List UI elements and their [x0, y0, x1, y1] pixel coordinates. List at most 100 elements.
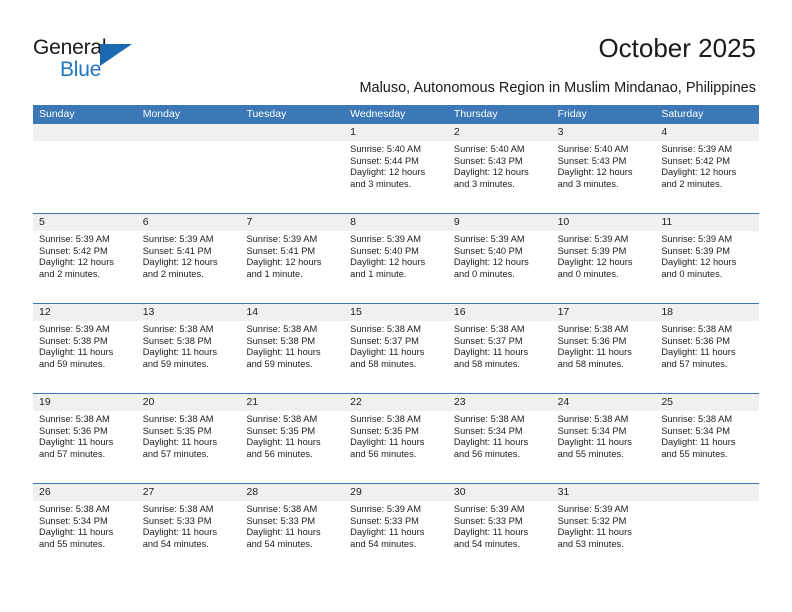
calendar-day-cell[interactable]: 31 Sunrise: 5:39 AM Sunset: 5:32 PM Dayligh… — [551, 484, 656, 573]
day-details — [240, 141, 344, 144]
daylight-duration: Daylight: 11 hours — [661, 437, 736, 448]
daylight-duration-cont: and 59 minutes. — [142, 358, 209, 369]
calendar-week-row: 5 Sunrise: 5:39 AM Sunset: 5:42 PM Daylight… — [33, 213, 760, 303]
sunset-time: Sunset: 5:33 PM — [453, 515, 523, 526]
calendar-day-cell[interactable]: 18 Sunrise: 5:38 AM Sunset: 5:36 PM Dayligh… — [655, 304, 760, 393]
day-number: 13 — [136, 304, 241, 321]
daylight-duration: Daylight: 11 hours — [557, 527, 632, 538]
day-details: Sunrise: 5:40 AM Sunset: 5:43 PM Daylight:… — [552, 141, 656, 190]
day-details: Sunrise: 5:39 AM Sunset: 5:33 PM Daylight:… — [448, 501, 552, 550]
calendar-day-cell[interactable]: 21 Sunrise: 5:38 AM Sunset: 5:35 PM Dayligh… — [240, 394, 345, 483]
sunrise-time: Sunrise: 5:38 AM — [39, 414, 110, 424]
daylight-duration-cont: and 2 minutes. — [39, 268, 100, 279]
calendar-day-cell[interactable]: 24 Sunrise: 5:38 AM Sunset: 5:34 PM Dayligh… — [551, 394, 656, 483]
logo-triangle-icon — [100, 44, 132, 66]
daylight-duration: Daylight: 11 hours — [350, 437, 425, 448]
sunrise-time: Sunrise: 5:38 AM — [246, 504, 318, 514]
calendar-day-cell[interactable]: 9 Sunrise: 5:39 AM Sunset: 5:40 PM Daylight… — [447, 214, 552, 303]
day-number: 30 — [447, 484, 552, 501]
weekday-header-sunday: Sunday — [39, 108, 75, 120]
calendar-day-cell[interactable]: 19 Sunrise: 5:38 AM Sunset: 5:36 PM Dayligh… — [33, 394, 137, 483]
calendar-day-cell[interactable]: 1 Sunrise: 5:40 AM Sunset: 5:44 PM Daylight… — [344, 124, 448, 213]
sunrise-time: Sunrise: 5:39 AM — [350, 504, 421, 514]
daylight-duration-cont: and 0 minutes. — [453, 268, 515, 279]
day-number: 8 — [344, 214, 448, 231]
day-number: 12 — [33, 304, 137, 321]
daylight-duration: Daylight: 11 hours — [246, 437, 321, 448]
calendar-day-cell[interactable]: 13 Sunrise: 5:38 AM Sunset: 5:38 PM Dayligh… — [136, 304, 241, 393]
sunrise-time: Sunrise: 5:38 AM — [142, 504, 214, 514]
day-details: Sunrise: 5:38 AM Sunset: 5:33 PM Daylight:… — [240, 501, 344, 550]
day-details: Sunrise: 5:38 AM Sunset: 5:36 PM Daylight:… — [655, 321, 759, 370]
day-details: Sunrise: 5:38 AM Sunset: 5:38 PM Daylight:… — [240, 321, 344, 370]
calendar-day-cell[interactable]: 26 Sunrise: 5:38 AM Sunset: 5:34 PM Dayligh… — [33, 484, 137, 573]
generalblue-logo[interactable]: General Blue — [33, 36, 153, 82]
day-details: Sunrise: 5:39 AM Sunset: 5:39 PM Daylight:… — [655, 231, 759, 280]
calendar-day-cell[interactable]: 11 Sunrise: 5:39 AM Sunset: 5:39 PM Dayligh… — [655, 214, 760, 303]
logo-text-general: General — [33, 36, 107, 59]
calendar-day-cell[interactable]: 2 Sunrise: 5:40 AM Sunset: 5:43 PM Daylight… — [447, 124, 552, 213]
sunrise-time: Sunrise: 5:39 AM — [453, 234, 525, 244]
daylight-duration-cont: and 54 minutes. — [246, 538, 313, 549]
sunrise-time: Sunrise: 5:39 AM — [39, 234, 110, 244]
calendar-day-cell[interactable]: 6 Sunrise: 5:39 AM Sunset: 5:41 PM Daylight… — [136, 214, 241, 303]
sunrise-time: Sunrise: 5:38 AM — [350, 414, 421, 424]
sunrise-time: Sunrise: 5:39 AM — [350, 234, 421, 244]
daylight-duration: Daylight: 12 hours — [557, 167, 633, 178]
daylight-duration: Daylight: 12 hours — [453, 167, 529, 178]
calendar-day-cell[interactable]: 7 Sunrise: 5:39 AM Sunset: 5:41 PM Daylight… — [240, 214, 345, 303]
day-number: 24 — [551, 394, 656, 411]
daylight-duration: Daylight: 11 hours — [453, 527, 529, 538]
daylight-duration-cont: and 54 minutes. — [453, 538, 521, 549]
calendar-day-cell[interactable]: 16 Sunrise: 5:38 AM Sunset: 5:37 PM Dayligh… — [447, 304, 552, 393]
sunrise-time: Sunrise: 5:39 AM — [661, 144, 733, 154]
calendar-day-cell-empty — [33, 124, 137, 213]
weekday-header-wednesday: Wednesday — [350, 108, 406, 120]
calendar-day-cell[interactable]: 14 Sunrise: 5:38 AM Sunset: 5:38 PM Dayligh… — [240, 304, 345, 393]
calendar-day-cell[interactable]: 20 Sunrise: 5:38 AM Sunset: 5:35 PM Dayligh… — [136, 394, 241, 483]
calendar-day-cell[interactable]: 30 Sunrise: 5:39 AM Sunset: 5:33 PM Dayligh… — [447, 484, 552, 573]
sunrise-time: Sunrise: 5:38 AM — [246, 414, 318, 424]
calendar-day-cell[interactable]: 29 Sunrise: 5:39 AM Sunset: 5:33 PM Dayligh… — [344, 484, 448, 573]
day-details: Sunrise: 5:40 AM Sunset: 5:43 PM Daylight:… — [448, 141, 552, 190]
calendar-week-row: 1 Sunrise: 5:40 AM Sunset: 5:44 PM Daylight… — [33, 124, 760, 213]
calendar-day-cell[interactable]: 4 Sunrise: 5:39 AM Sunset: 5:42 PM Daylight… — [655, 124, 760, 213]
calendar-day-cell[interactable]: 17 Sunrise: 5:38 AM Sunset: 5:36 PM Dayligh… — [551, 304, 656, 393]
calendar-day-cell[interactable]: 28 Sunrise: 5:38 AM Sunset: 5:33 PM Dayligh… — [240, 484, 345, 573]
sunset-time: Sunset: 5:39 PM — [557, 245, 627, 256]
calendar-day-cell[interactable]: 8 Sunrise: 5:39 AM Sunset: 5:40 PM Daylight… — [344, 214, 448, 303]
daylight-duration-cont: and 55 minutes. — [39, 538, 106, 549]
calendar-day-cell[interactable]: 23 Sunrise: 5:38 AM Sunset: 5:34 PM Dayligh… — [447, 394, 552, 483]
calendar-day-cell-empty — [655, 484, 760, 573]
sunset-time: Sunset: 5:44 PM — [350, 155, 419, 166]
daylight-duration-cont: and 57 minutes. — [661, 358, 728, 369]
sunset-time: Sunset: 5:36 PM — [557, 335, 627, 346]
day-details: Sunrise: 5:38 AM Sunset: 5:35 PM Daylight:… — [240, 411, 344, 460]
day-number: 7 — [240, 214, 345, 231]
sunset-time: Sunset: 5:38 PM — [246, 335, 316, 346]
daylight-duration: Daylight: 11 hours — [453, 347, 529, 358]
daylight-duration: Daylight: 11 hours — [246, 347, 321, 358]
calendar-day-cell[interactable]: 12 Sunrise: 5:39 AM Sunset: 5:38 PM Dayligh… — [33, 304, 137, 393]
calendar-day-cell[interactable]: 5 Sunrise: 5:39 AM Sunset: 5:42 PM Daylight… — [33, 214, 137, 303]
daylight-duration-cont: and 1 minute. — [246, 268, 303, 279]
daylight-duration-cont: and 58 minutes. — [557, 358, 624, 369]
day-number: 10 — [551, 214, 656, 231]
calendar-week-row: 26 Sunrise: 5:38 AM Sunset: 5:34 PM Dayligh… — [33, 483, 760, 573]
daylight-duration-cont: and 0 minutes. — [557, 268, 619, 279]
sunset-time: Sunset: 5:34 PM — [39, 515, 108, 526]
weekday-header-saturday: Saturday — [661, 108, 704, 120]
calendar-day-cell[interactable]: 27 Sunrise: 5:38 AM Sunset: 5:33 PM Dayligh… — [136, 484, 241, 573]
calendar-day-cell[interactable]: 10 Sunrise: 5:39 AM Sunset: 5:39 PM Dayligh… — [551, 214, 656, 303]
sunset-time: Sunset: 5:33 PM — [246, 515, 316, 526]
sunset-time: Sunset: 5:36 PM — [39, 425, 108, 436]
daylight-duration: Daylight: 12 hours — [350, 167, 426, 178]
calendar-day-cell[interactable]: 15 Sunrise: 5:38 AM Sunset: 5:37 PM Dayligh… — [344, 304, 448, 393]
day-number: 19 — [33, 394, 137, 411]
calendar-day-cell[interactable]: 25 Sunrise: 5:38 AM Sunset: 5:34 PM Dayligh… — [655, 394, 760, 483]
calendar-day-cell[interactable]: 22 Sunrise: 5:38 AM Sunset: 5:35 PM Dayligh… — [344, 394, 448, 483]
sunset-time: Sunset: 5:35 PM — [142, 425, 212, 436]
daylight-duration-cont: and 2 minutes. — [142, 268, 204, 279]
calendar-day-cell[interactable]: 3 Sunrise: 5:40 AM Sunset: 5:43 PM Daylight… — [551, 124, 656, 213]
day-details: Sunrise: 5:39 AM Sunset: 5:40 PM Daylight:… — [448, 231, 552, 280]
